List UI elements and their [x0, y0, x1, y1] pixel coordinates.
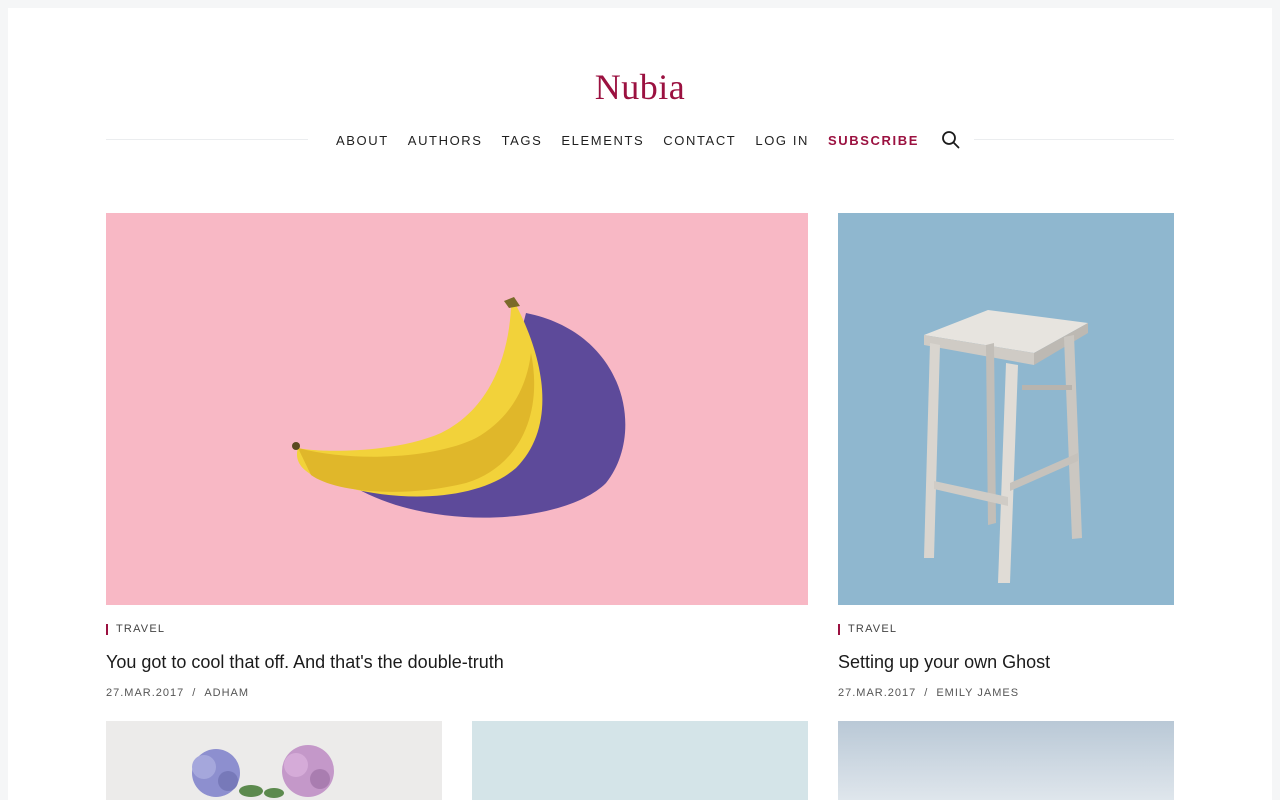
post-image-sky[interactable]	[838, 721, 1174, 800]
post-card-featured: TRAVEL You got to cool that off. And tha…	[106, 213, 808, 703]
post-image-stool[interactable]	[838, 213, 1174, 605]
post-card	[106, 721, 442, 800]
nav-item-tags[interactable]: TAGS	[502, 133, 543, 148]
nav-item-elements[interactable]: ELEMENTS	[561, 133, 644, 148]
post-title[interactable]: Setting up your own Ghost	[838, 652, 1050, 673]
nav-item-authors[interactable]: AUTHORS	[408, 133, 483, 148]
post-author[interactable]: ADHAM	[204, 687, 249, 699]
nav-divider-left	[106, 139, 308, 140]
post-author[interactable]: EMILY JAMES	[936, 687, 1019, 699]
search-icon[interactable]	[941, 130, 961, 150]
post-image-flowers[interactable]	[106, 721, 442, 800]
main-nav: ABOUT AUTHORS TAGS ELEMENTS CONTACT LOG …	[336, 130, 961, 150]
nav-item-about[interactable]: ABOUT	[336, 133, 389, 148]
post-card	[838, 721, 1174, 800]
post-title[interactable]: You got to cool that off. And that's the…	[106, 652, 504, 673]
post-image-pale-blue[interactable]	[472, 721, 808, 800]
post-tag[interactable]: TRAVEL	[838, 624, 897, 635]
post-card: TRAVEL Setting up your own Ghost 27.MAR.…	[838, 213, 1174, 703]
nav-item-contact[interactable]: CONTACT	[663, 133, 736, 148]
post-meta: 27.MAR.2017 / ADHAM	[106, 687, 249, 699]
nav-divider-right	[974, 139, 1174, 140]
site-logo[interactable]: Nubia	[8, 66, 1272, 108]
nav-item-login[interactable]: LOG IN	[755, 133, 809, 148]
page: Nubia ABOUT AUTHORS TAGS ELEMENTS CONTAC…	[8, 8, 1272, 800]
post-image-banana[interactable]	[106, 213, 808, 605]
post-card	[472, 721, 808, 800]
post-tag[interactable]: TRAVEL	[106, 624, 165, 635]
post-meta: 27.MAR.2017 / EMILY JAMES	[838, 687, 1019, 699]
post-date: 27.MAR.2017	[838, 687, 917, 699]
nav-item-subscribe[interactable]: SUBSCRIBE	[828, 133, 919, 148]
post-date: 27.MAR.2017	[106, 687, 185, 699]
meta-separator: /	[192, 687, 197, 699]
meta-separator: /	[924, 687, 929, 699]
